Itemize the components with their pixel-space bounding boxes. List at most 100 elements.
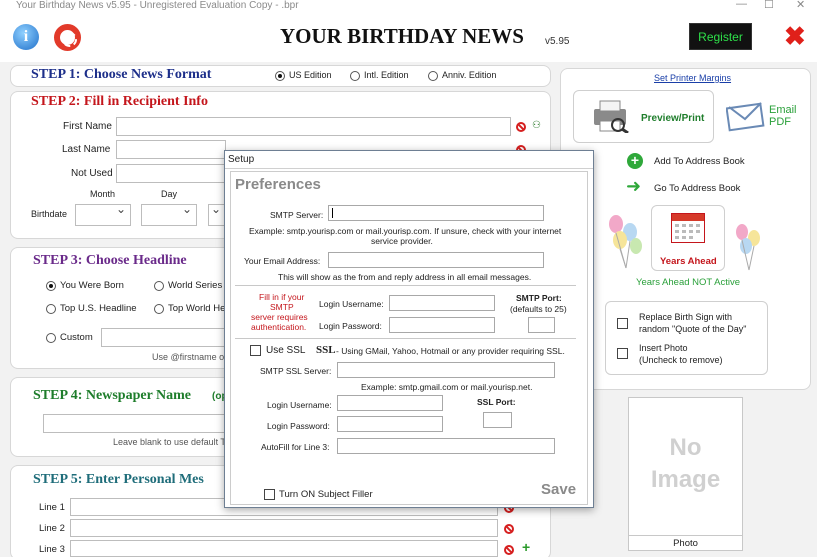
custom-headline-input[interactable] [101, 328, 225, 347]
add-line-icon[interactable]: + [522, 539, 530, 555]
month-label: Month [90, 189, 116, 199]
app-logo: YOUR BIRTHDAY NEWS [280, 24, 524, 48]
email-envelope-icon[interactable] [725, 100, 766, 132]
radio-world-series[interactable] [154, 281, 164, 291]
day-select[interactable] [141, 202, 197, 226]
custom-headline-hint: Use @firstname or [152, 352, 228, 362]
clear-line3-icon[interactable] [504, 545, 514, 555]
first-name-label: First Name [63, 121, 112, 132]
photo-placeholder[interactable]: No Image [628, 397, 743, 536]
radio-anniv-edition-label: Anniv. Edition [442, 70, 497, 80]
radio-us-edition-label: US Edition [289, 70, 332, 80]
preview-print-label: Preview/Print [641, 113, 705, 124]
subject-filler-checkbox[interactable] [264, 489, 275, 500]
radio-intl-edition-label: Intl. Edition [364, 70, 409, 80]
add-address-icon[interactable]: + [627, 153, 643, 169]
email-note: This will show as the from and reply add… [278, 272, 532, 282]
login-password-input[interactable] [389, 317, 495, 333]
radio-anniv-edition[interactable] [428, 71, 438, 81]
newspaper-name-hint: Leave blank to use default T [113, 437, 226, 447]
radio-top-us-headline[interactable] [46, 304, 56, 314]
radio-top-us-headline-label: Top U.S. Headline [60, 303, 137, 314]
preferences-panel: Preferences SMTP Server: Example: smtp.y… [230, 171, 588, 505]
add-address-book-link[interactable]: Add To Address Book [654, 156, 745, 167]
no-image-text-1: No [669, 434, 702, 461]
smtp-server-input[interactable] [328, 205, 544, 221]
ssl-example: Example: smtp.gmail.com or mail.yourisp.… [361, 382, 533, 392]
calendar-icon [671, 213, 705, 243]
birthdate-label: Birthdate [31, 209, 68, 219]
smtp-ssl-server-label: SMTP SSL Server: [260, 366, 332, 376]
smtp-server-label: SMTP Server: [270, 210, 324, 220]
line3-input[interactable] [70, 540, 498, 557]
balloons-left-icon [606, 212, 646, 270]
radio-top-world-headline[interactable] [154, 304, 164, 314]
text-cursor [332, 208, 333, 218]
photo-label: Photo [628, 535, 743, 551]
ssl-login-username-input[interactable] [337, 395, 443, 411]
last-name-input[interactable] [116, 140, 226, 159]
step2-title: STEP 2: Fill in Recipient Info [31, 94, 208, 109]
line3-label: Line 3 [39, 544, 65, 555]
newspaper-name-input[interactable] [43, 414, 226, 433]
autofill-line3-input[interactable] [337, 438, 555, 454]
years-ahead-label: Years Ahead [660, 256, 717, 267]
line2-input[interactable] [70, 519, 498, 537]
window-titlebar: Your Birthday News v5.95 - Unregistered … [0, 0, 817, 14]
go-address-book-link[interactable]: Go To Address Book [654, 183, 740, 194]
smtp-example-2: service provider. [371, 236, 433, 246]
divider-2 [235, 338, 576, 339]
radio-intl-edition[interactable] [350, 71, 360, 81]
line1-label: Line 1 [39, 502, 65, 513]
setup-dialog: Setup Preferences SMTP Server: Example: … [224, 150, 594, 508]
use-ssl-checkbox[interactable] [250, 345, 261, 356]
setup-dialog-title: Setup [225, 151, 593, 169]
auth-note-2: SMTP [270, 302, 294, 312]
not-used-input[interactable] [116, 164, 226, 183]
smtp-port-default: (defaults to 25) [510, 304, 567, 314]
balloons-right-icon [732, 220, 766, 272]
smtp-port-input[interactable] [528, 317, 555, 333]
address-book-icon[interactable]: ⚇ [532, 120, 541, 131]
info-icon[interactable]: i [13, 24, 39, 50]
go-arrow-icon[interactable]: ➜ [626, 178, 641, 196]
clear-first-name-icon[interactable] [516, 122, 526, 132]
auth-note-4: authentication. [251, 322, 307, 332]
radio-us-edition[interactable] [275, 71, 285, 81]
login-username-input[interactable] [389, 295, 495, 311]
insert-photo-checkbox[interactable] [617, 348, 628, 359]
radio-custom[interactable] [46, 333, 56, 343]
login-username-label: Login Username: [319, 299, 384, 309]
step4-title: STEP 4: Newspaper Name [33, 388, 192, 403]
replace-birth-sign-checkbox[interactable] [617, 318, 628, 329]
minimize-icon[interactable]: — [736, 0, 747, 10]
radio-you-were-born[interactable] [46, 281, 56, 291]
ssl-login-password-input[interactable] [337, 416, 443, 432]
step1-title: STEP 1: Choose News Format [31, 67, 212, 82]
email-label: Email [769, 104, 797, 116]
email-address-input[interactable] [328, 252, 544, 268]
step3-title: STEP 3: Choose Headline [33, 253, 187, 268]
close-window-icon[interactable]: ✕ [796, 0, 805, 11]
auth-note-1: Fill in if your [259, 292, 305, 302]
set-printer-margins-link[interactable]: Set Printer Margins [654, 73, 731, 83]
not-used-label: Not Used [71, 168, 113, 179]
printer-icon [590, 99, 632, 135]
radio-custom-label: Custom [60, 332, 93, 343]
ssl-port-input[interactable] [483, 412, 512, 428]
radio-world-series-label: World Series [168, 280, 223, 291]
autofill-line3-label: AutoFill for Line 3: [261, 442, 330, 452]
month-select[interactable] [75, 202, 131, 226]
maximize-icon[interactable]: ☐ [764, 0, 774, 11]
save-button[interactable]: Save [541, 481, 576, 498]
replace-birth-sign-label-2: random "Quote of the Day" [639, 324, 747, 334]
ssl-bold-label: SSL [316, 344, 336, 356]
lifebuoy-help-icon[interactable] [54, 24, 81, 51]
auth-note-3: server requires [251, 312, 308, 322]
register-button[interactable]: Register [689, 23, 752, 50]
window-title: Your Birthday News v5.95 - Unregistered … [16, 0, 299, 11]
exit-app-icon[interactable]: ✖ [784, 22, 806, 50]
clear-line2-icon[interactable] [504, 524, 514, 534]
smtp-ssl-server-input[interactable] [337, 362, 555, 378]
first-name-input[interactable] [116, 117, 511, 136]
